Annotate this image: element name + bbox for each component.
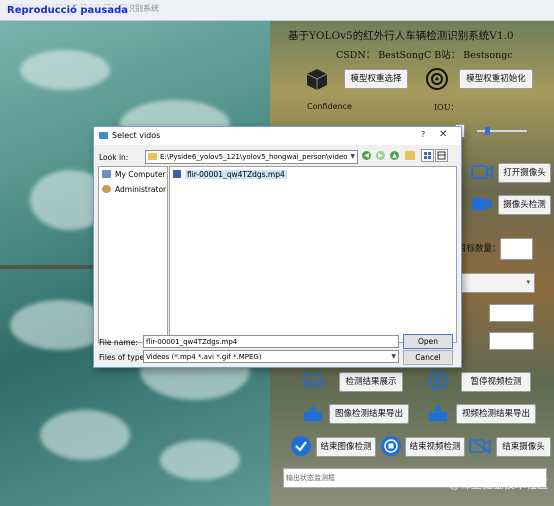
watermark: @稀土掘金技术社区 [449, 478, 548, 491]
open-camera-button[interactable]: 打开摄像头 [498, 163, 551, 183]
close-icon[interactable]: ✕ [439, 129, 447, 140]
sidebar-item-label: My Computer [115, 170, 166, 179]
file-type-combo[interactable]: Videos (*.mp4 *.avi *.gif *.MPEG) ▼ [143, 350, 399, 363]
chevron-down-icon: ▼ [350, 153, 355, 160]
file-type-label: Files of type: [99, 353, 147, 362]
look-in-label: Look in: [99, 153, 129, 162]
look-in-combo[interactable]: E:\Pyside6_yolov5_121\yolov5_hongwai_per… [145, 150, 358, 164]
target-icon [426, 68, 448, 90]
file-icon [173, 170, 181, 178]
end-video-detect-button[interactable]: 结束视频检测 [405, 437, 465, 457]
coord-field-2 [489, 332, 534, 350]
file-name: flir-00001_qw4TZdgs.mp4 [185, 170, 287, 179]
camera-detect-button[interactable]: 摄像头检测 [498, 195, 551, 215]
open-button[interactable]: Open [403, 334, 453, 349]
list-item[interactable]: flir-00001_qw4TZdgs.mp4 [173, 169, 287, 180]
file-dialog: Select vidos ? ✕ Look in: E:\Pyside6_yol… [93, 126, 462, 368]
iou-slider-handle[interactable] [485, 127, 490, 135]
target-select-combo[interactable]: ▾ [461, 273, 535, 293]
sidebar-item-label: Administrator [115, 185, 167, 194]
sidebar-item-my-computer[interactable]: My Computer [102, 170, 166, 179]
cancel-button[interactable]: Cancel [403, 350, 453, 365]
camera-off-icon [469, 437, 491, 455]
coord-field-1 [489, 304, 534, 322]
new-folder-icon[interactable] [405, 151, 415, 160]
up-icon[interactable]: ▲ [390, 151, 399, 160]
file-type-value: Videos (*.mp4 *.avi *.gif *.MPEG) [146, 353, 262, 361]
stop-icon [381, 436, 401, 456]
status-text: 输出状态监测框 [286, 474, 335, 482]
help-icon[interactable]: ? [421, 130, 425, 139]
playback-overlay-label: Reproducció pausada [5, 5, 130, 16]
check-icon [291, 436, 311, 456]
user-icon [102, 185, 111, 193]
end-image-detect-button[interactable]: 结束图像检测 [316, 437, 376, 457]
forward-icon[interactable]: ▶ [376, 151, 385, 160]
file-list: flir-00001_qw4TZdgs.mp4 [169, 166, 457, 343]
panel-heading: 基于YOLOv5的红外行人车辆检测识别系统V1.0 [288, 30, 514, 42]
video-export-icon [429, 405, 447, 421]
init-weights-button[interactable]: 模型权重初始化 [459, 69, 533, 89]
dialog-title: Select vidos [112, 131, 161, 140]
places-sidebar: My Computer Administrator [98, 166, 168, 343]
sidebar-item-administrator[interactable]: Administrator [102, 185, 166, 194]
dialog-title-bar: Select vidos ? ✕ [94, 127, 461, 145]
back-icon[interactable]: ◀ [362, 151, 371, 160]
image-icon [303, 373, 323, 387]
panel-subheading: CSDN： BestSongC B站： Bestsongc [336, 50, 513, 61]
file-name-label: File name: [99, 338, 138, 347]
list-view-icon[interactable] [421, 149, 434, 162]
app-window: 基于YOLOv5的红外行人车辆检测识别系统 Reproducció pausad… [0, 0, 554, 506]
pause-video-button[interactable]: 暂停视频检测 [461, 372, 531, 392]
pause-icon [428, 370, 448, 390]
image-export-icon [304, 405, 322, 421]
target-count-field [500, 238, 533, 260]
show-results-button[interactable]: 检测结果展示 [339, 372, 403, 392]
computer-icon [102, 170, 111, 178]
iou-label: IOU： [434, 103, 459, 112]
file-name-field[interactable]: flir-00001_qw4TZdgs.mp4 [143, 335, 399, 348]
video-icon [472, 198, 492, 210]
select-weights-button[interactable]: 模型权重选择 [344, 69, 408, 89]
export-image-results-button[interactable]: 图像检测结果导出 [329, 404, 409, 424]
look-in-path: E:\Pyside6_yolov5_121\yolov5_hongwai_per… [160, 153, 348, 161]
confidence-label: Confidence [307, 102, 352, 111]
cube-icon [306, 69, 328, 90]
camera-icon [471, 165, 493, 179]
detail-view-icon[interactable] [435, 149, 448, 162]
folder-icon [148, 153, 157, 160]
chevron-down-icon: ▼ [391, 353, 396, 360]
export-video-results-button[interactable]: 视频检测结果导出 [456, 404, 536, 424]
end-camera-button[interactable]: 结束摄像头 [496, 437, 551, 457]
app-icon [99, 132, 108, 139]
title-bar: 基于YOLOv5的红外行人车辆检测识别系统 Reproducció pausad… [0, 0, 554, 21]
target-count-label: 目标数量： [458, 244, 501, 254]
